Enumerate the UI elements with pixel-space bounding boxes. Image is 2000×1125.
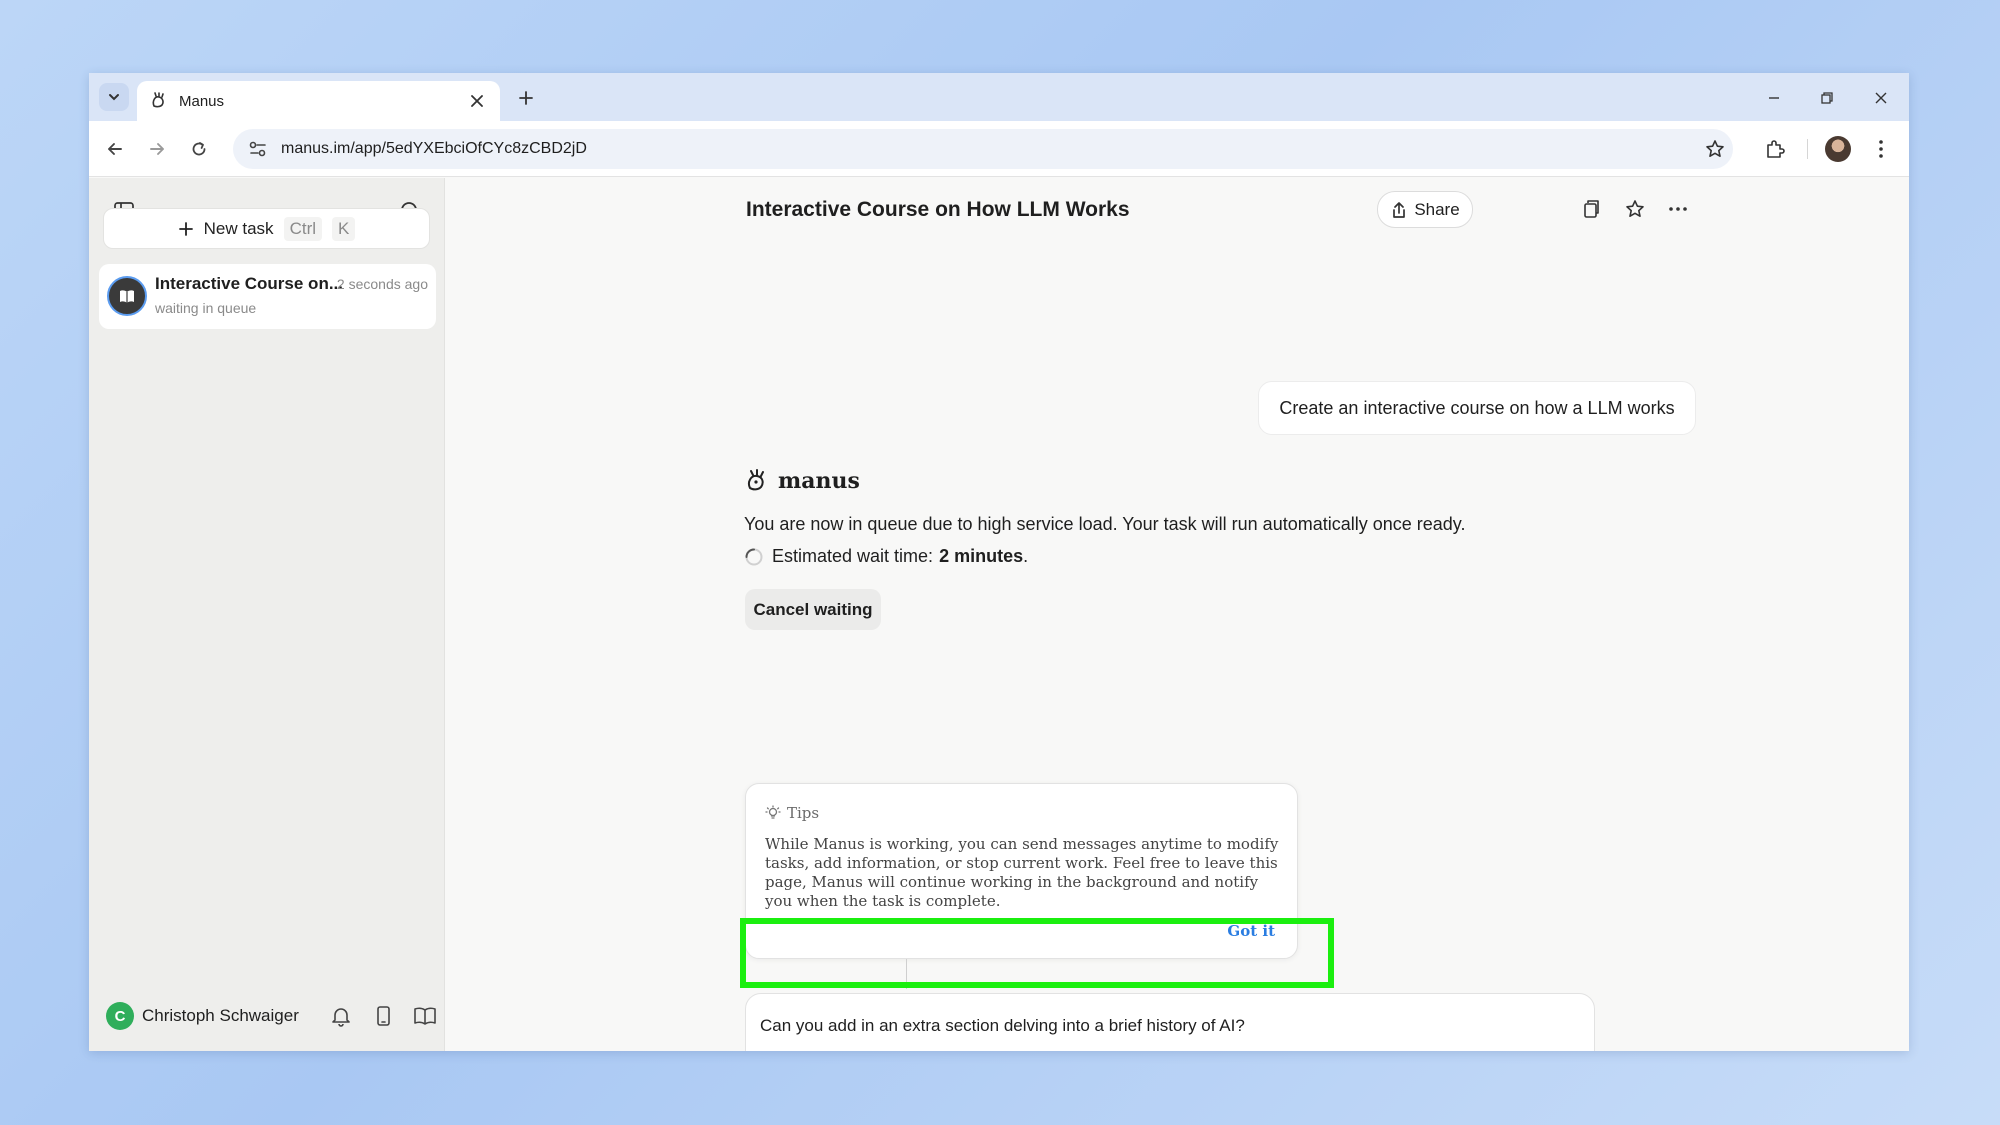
close-window-button[interactable] xyxy=(1868,85,1894,111)
star-icon xyxy=(1625,199,1645,219)
browser-window: Manus xyxy=(89,73,1909,1051)
tips-body: While Manus is working, you can send mes… xyxy=(765,835,1285,911)
new-task-label: New task xyxy=(204,219,274,239)
reload-icon xyxy=(190,140,208,158)
user-footer: C Christoph Schwaiger xyxy=(106,1001,439,1031)
task-title: Interactive Course on... xyxy=(155,274,343,294)
phone-icon xyxy=(372,1005,394,1027)
loading-spinner-icon xyxy=(744,547,764,567)
manus-logo-icon xyxy=(744,468,770,494)
tab-search-button[interactable] xyxy=(99,83,129,111)
docs-button[interactable] xyxy=(411,1002,439,1030)
tab-strip: Manus xyxy=(89,73,1909,121)
mobile-app-button[interactable] xyxy=(369,1002,397,1030)
wait-time-suffix: . xyxy=(1023,546,1028,566)
close-icon xyxy=(1874,91,1888,105)
forward-button[interactable] xyxy=(143,135,171,163)
extensions-button[interactable] xyxy=(1761,135,1789,163)
more-horizontal-icon xyxy=(1668,206,1688,212)
main-panel: Interactive Course on How LLM Works Shar… xyxy=(446,178,1909,1051)
share-icon xyxy=(1390,201,1408,219)
shortcut-key: K xyxy=(332,217,355,241)
new-task-button[interactable]: New task Ctrl K xyxy=(103,208,430,249)
page-title: Interactive Course on How LLM Works xyxy=(746,198,1130,222)
restore-button[interactable] xyxy=(1814,85,1840,111)
message-composer: Can you add in an extra section delving … xyxy=(745,993,1595,1051)
notifications-button[interactable] xyxy=(327,1002,355,1030)
assistant-name: manus xyxy=(778,468,860,494)
share-label: Share xyxy=(1414,200,1459,220)
user-name[interactable]: Christoph Schwaiger xyxy=(142,1006,299,1026)
site-settings-icon[interactable] xyxy=(247,138,269,160)
close-icon xyxy=(471,95,483,107)
arrow-left-icon xyxy=(106,140,124,158)
tips-header: Tips xyxy=(765,804,819,822)
plus-icon xyxy=(518,90,534,106)
browser-tab-manus[interactable]: Manus xyxy=(137,81,500,121)
shortcut-ctrl: Ctrl xyxy=(284,217,322,241)
restore-icon xyxy=(1820,91,1834,105)
toolbar-divider xyxy=(1807,139,1808,159)
minimize-icon xyxy=(1767,91,1781,105)
reload-button[interactable] xyxy=(185,135,213,163)
new-tab-button[interactable] xyxy=(513,85,539,111)
wait-time-prefix: Estimated wait time: xyxy=(772,546,933,567)
minimize-button[interactable] xyxy=(1761,85,1787,111)
task-time: 2 seconds ago xyxy=(337,276,428,292)
tips-connector-line xyxy=(906,959,907,989)
message-input[interactable]: Can you add in an extra section delving … xyxy=(760,1016,1245,1036)
wait-time-row: Estimated wait time: 2 minutes. xyxy=(744,546,1028,567)
copy-task-button[interactable] xyxy=(1578,195,1606,223)
tab-title: Manus xyxy=(179,93,466,110)
share-button[interactable]: Share xyxy=(1377,191,1473,228)
tips-dismiss-button[interactable]: Got it xyxy=(1227,922,1275,940)
plus-icon xyxy=(178,221,194,237)
url-text: manus.im/app/5edYXEbciOfCYc8zCBD2jD xyxy=(281,140,1733,158)
cancel-waiting-button[interactable]: Cancel waiting xyxy=(745,589,881,630)
user-avatar[interactable]: C xyxy=(106,1002,134,1030)
more-options-button[interactable] xyxy=(1664,195,1692,223)
book-open-icon xyxy=(413,1005,437,1027)
queue-message: You are now in queue due to high service… xyxy=(744,514,1465,535)
bookmark-star-button[interactable] xyxy=(1701,135,1729,163)
address-bar[interactable]: manus.im/app/5edYXEbciOfCYc8zCBD2jD xyxy=(233,129,1733,169)
chevron-down-icon xyxy=(107,90,121,104)
browser-menu-button[interactable] xyxy=(1867,135,1895,163)
star-icon xyxy=(1705,139,1725,159)
task-status: waiting in queue xyxy=(155,300,256,316)
tips-heading: Tips xyxy=(787,804,819,822)
manus-logo-icon xyxy=(149,91,169,111)
bell-icon xyxy=(330,1005,352,1027)
copy-icon xyxy=(1582,198,1602,220)
puzzle-icon xyxy=(1764,138,1786,160)
assistant-header: manus xyxy=(744,468,860,494)
task-list-item[interactable]: Interactive Course on... 2 seconds ago w… xyxy=(99,264,436,329)
wait-time-value: 2 minutes xyxy=(939,546,1023,566)
task-book-icon xyxy=(107,276,147,316)
browser-toolbar: manus.im/app/5edYXEbciOfCYc8zCBD2jD xyxy=(89,121,1909,177)
user-message-bubble: Create an interactive course on how a LL… xyxy=(1258,381,1696,435)
lightbulb-icon xyxy=(765,805,781,821)
arrow-right-icon xyxy=(148,140,166,158)
tips-card: Tips While Manus is working, you can sen… xyxy=(745,783,1298,959)
back-button[interactable] xyxy=(101,135,129,163)
profile-button[interactable] xyxy=(1824,135,1852,163)
favorite-button[interactable] xyxy=(1621,195,1649,223)
kebab-menu-icon xyxy=(1878,139,1884,159)
profile-avatar xyxy=(1825,136,1851,162)
tab-close-button[interactable] xyxy=(466,90,488,112)
